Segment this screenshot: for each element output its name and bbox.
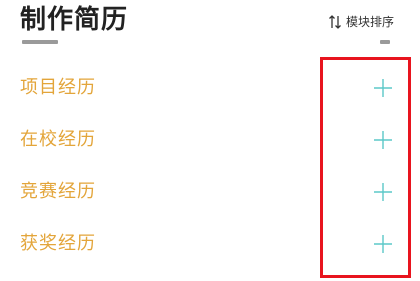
section-label: 项目经历	[20, 77, 96, 98]
page-title: 制作简历	[20, 5, 129, 35]
highlight-annotation-box	[320, 57, 411, 278]
sort-arrows-icon	[328, 14, 342, 30]
partial-text	[22, 40, 58, 44]
section-label: 竞赛经历	[20, 181, 96, 202]
section-label: 在校经历	[20, 129, 96, 150]
sort-label: 模块排序	[345, 15, 394, 29]
partial-icon	[380, 40, 390, 44]
cut-off-previous-row	[0, 34, 420, 48]
module-sort-button[interactable]: 模块排序	[328, 14, 394, 30]
section-label: 获奖经历	[20, 233, 96, 254]
